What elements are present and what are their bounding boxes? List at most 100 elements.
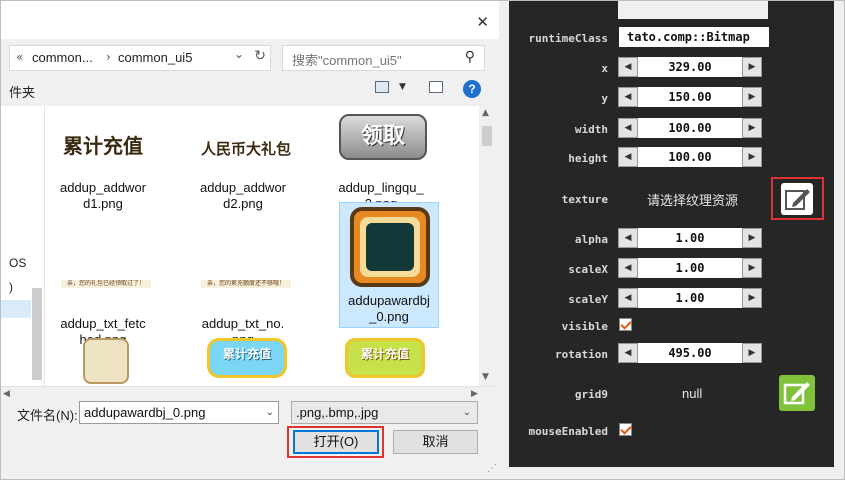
file-thumbnail: 累计充值 [193, 334, 293, 386]
file-item[interactable]: 亲，您的累充额度还不够哦！ addup_txt_no.png [193, 246, 293, 348]
file-item[interactable]: 人民币大礼包 addup_addword2.png [193, 110, 293, 212]
runtimeclass-field[interactable]: tato.comp::Bitmap [619, 27, 769, 47]
y-stepper[interactable]: ◀ 150.00 ▶ [618, 87, 762, 107]
decrement-icon[interactable]: ◀ [618, 87, 638, 107]
decrement-icon[interactable]: ◀ [618, 343, 638, 363]
filetype-select[interactable]: .png,.bmp,.jpg ⌄ [291, 401, 478, 424]
new-folder-label[interactable]: 件夹 [9, 82, 35, 101]
filename-input[interactable]: addupawardbj_0.png ⌄ [79, 401, 279, 424]
file-item[interactable]: 亲，您的礼包已经领取过了！ addup_txt_fetched.png [53, 246, 153, 348]
nav-selection[interactable] [1, 300, 31, 318]
rotation-stepper[interactable]: ◀ 495.00 ▶ [618, 343, 762, 363]
search-icon[interactable]: ⚲ [465, 49, 475, 65]
chevron-down-icon[interactable]: ⌄ [463, 402, 471, 423]
view-options-icon[interactable] [375, 81, 389, 93]
prop-label-rotation: rotation [555, 348, 608, 361]
file-item-selected[interactable]: addupawardbj_0.png [339, 202, 439, 328]
nav-scrollbar[interactable] [32, 288, 42, 380]
visible-checkbox[interactable] [619, 318, 632, 331]
prop-label-runtimeclass: runtimeClass [528, 32, 608, 45]
increment-icon[interactable]: ▶ [742, 57, 762, 77]
edit-icon [783, 382, 810, 405]
search-input[interactable]: 搜索"common_ui5" ⚲ [282, 45, 485, 71]
height-value[interactable]: 100.00 [638, 147, 742, 167]
breadcrumb-item-common-ui5[interactable]: common_ui5 [118, 50, 192, 65]
chevron-down-icon[interactable]: ⌄ [234, 47, 244, 61]
breadcrumb[interactable]: « common... › common_ui5 ⌄ ↻ [9, 45, 271, 71]
thumb-text: 累计充值 [207, 338, 287, 378]
chevron-down-icon[interactable]: ⌄ [266, 402, 274, 423]
height-stepper[interactable]: ◀ 100.00 ▶ [618, 147, 762, 167]
x-stepper[interactable]: ◀ 329.00 ▶ [618, 57, 762, 77]
thumb-text: 亲，您的礼包已经领取过了！ [61, 280, 151, 288]
width-value[interactable]: 100.00 [638, 118, 742, 138]
resize-grip-icon[interactable]: ⋰ [487, 463, 497, 474]
prop-label-width: width [574, 123, 608, 136]
file-list: 累计充值 addup_addword1.png 人民币大礼包 addup_add… [45, 106, 495, 386]
dialog-toolbar: 件夹 ▼ ? [1, 77, 499, 103]
scaley-stepper[interactable]: ◀ 1.00 ▶ [618, 288, 762, 308]
overflow-chevron-icon[interactable]: « [16, 50, 23, 64]
preview-pane-icon[interactable] [429, 81, 443, 93]
breadcrumb-item-common[interactable]: common... [32, 50, 93, 65]
separator [499, 1, 509, 479]
rotation-value[interactable]: 495.00 [638, 343, 742, 363]
decrement-icon[interactable]: ◀ [618, 147, 638, 167]
scroll-down-icon[interactable]: ▼ [482, 372, 489, 382]
scroll-up-icon[interactable]: ▲ [482, 108, 489, 118]
decrement-icon[interactable]: ◀ [618, 118, 638, 138]
alpha-stepper[interactable]: ◀ 1.00 ▶ [618, 228, 762, 248]
file-name: addupawardbj_0.png [348, 293, 430, 324]
width-stepper[interactable]: ◀ 100.00 ▶ [618, 118, 762, 138]
increment-icon[interactable]: ▶ [742, 343, 762, 363]
file-thumbnail: 亲，您的累充额度还不够哦！ [193, 246, 293, 316]
increment-icon[interactable]: ▶ [742, 147, 762, 167]
thumb-text: 领取 [339, 114, 427, 160]
file-item[interactable]: 累计充值 addup_addword1.png [53, 110, 153, 212]
refresh-icon[interactable]: ↻ [254, 48, 266, 64]
edit-icon [785, 189, 810, 210]
decrement-icon[interactable]: ◀ [618, 228, 638, 248]
navigation-pane[interactable]: OS ) [1, 106, 45, 386]
id-field-partial[interactable] [618, 1, 768, 19]
nav-fragment[interactable]: OS [9, 256, 26, 270]
thumb-text: 累计充值 [345, 338, 425, 378]
cancel-button[interactable]: 取消 [393, 430, 478, 454]
thumb-text: 累计充值 [63, 134, 143, 158]
x-value[interactable]: 329.00 [638, 57, 742, 77]
decrement-icon[interactable]: ◀ [618, 288, 638, 308]
scroll-right-icon[interactable]: ▶ [471, 389, 478, 399]
scalex-value[interactable]: 1.00 [638, 258, 742, 278]
scroll-thumb[interactable] [482, 126, 492, 146]
texture-value: 请选择纹理资源 [647, 193, 739, 208]
file-item[interactable] [53, 334, 153, 386]
horizontal-scrollbar[interactable]: ◀ ▶ [1, 386, 499, 402]
prop-label-x: x [601, 62, 608, 75]
nav-fragment[interactable]: ) [9, 280, 13, 294]
file-item[interactable]: 领取 addup_lingqu_2.png [331, 110, 431, 212]
decrement-icon[interactable]: ◀ [618, 57, 638, 77]
scroll-left-icon[interactable]: ◀ [3, 389, 10, 399]
scaley-value[interactable]: 1.00 [638, 288, 742, 308]
mouseenabled-checkbox[interactable] [619, 423, 632, 436]
view-dropdown-icon[interactable]: ▼ [399, 82, 406, 92]
decrement-icon[interactable]: ◀ [618, 258, 638, 278]
file-item[interactable]: 累计充值 [193, 334, 293, 386]
open-button[interactable]: 打开(O) [293, 430, 379, 454]
texture-edit-button[interactable] [781, 183, 813, 215]
grid9-value: null [682, 386, 703, 401]
increment-icon[interactable]: ▶ [742, 87, 762, 107]
increment-icon[interactable]: ▶ [742, 288, 762, 308]
alpha-value[interactable]: 1.00 [638, 228, 742, 248]
increment-icon[interactable]: ▶ [742, 228, 762, 248]
grid9-edit-button[interactable] [779, 375, 815, 411]
close-icon[interactable]: ✕ [476, 13, 489, 31]
increment-icon[interactable]: ▶ [742, 118, 762, 138]
increment-icon[interactable]: ▶ [742, 258, 762, 278]
y-value[interactable]: 150.00 [638, 87, 742, 107]
help-icon[interactable]: ? [463, 80, 481, 98]
file-item[interactable]: 累计充值 [331, 334, 431, 386]
screenshot-frame: ✕ « common... › common_ui5 ⌄ ↻ 搜索"common… [0, 0, 845, 480]
scalex-stepper[interactable]: ◀ 1.00 ▶ [618, 258, 762, 278]
file-list-scrollbar[interactable]: ▲ ▼ [479, 106, 495, 386]
